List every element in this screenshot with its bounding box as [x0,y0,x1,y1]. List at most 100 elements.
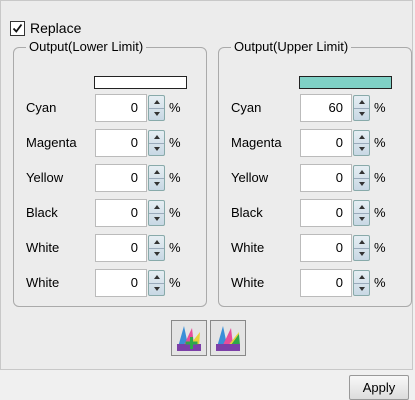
replace-label: Replace [30,20,82,36]
value-spinner[interactable] [353,95,370,121]
spin-down-button[interactable] [149,283,164,295]
channel-value-input[interactable]: 0 [95,164,147,192]
arrow-down-icon [358,147,365,151]
upper-limit-title: Output(Upper Limit) [231,39,352,54]
arrow-down-icon [358,182,365,186]
percent-unit: % [374,240,386,255]
percent-unit: % [169,135,181,150]
channel-value-input[interactable]: 0 [300,129,352,157]
channel-row: Black 0% [14,199,208,227]
spin-down-button[interactable] [149,108,164,120]
arrow-down-icon [153,182,160,186]
channel-value-input[interactable]: 0 [95,199,147,227]
value-spinner[interactable] [148,235,165,261]
channel-row: Yellow 0% [14,164,208,192]
channel-row: Magenta 0% [14,129,208,157]
channel-value-input[interactable]: 0 [300,164,352,192]
value-spinner[interactable] [148,95,165,121]
arrow-up-icon [153,275,160,279]
value-spinner[interactable] [353,235,370,261]
arrow-down-icon [153,287,160,291]
icon-toolbar [171,320,246,356]
value-spinner[interactable] [148,165,165,191]
arrow-down-icon [358,252,365,256]
channel-row: White 0% [14,269,208,297]
arrow-down-icon [358,217,365,221]
value-spinner[interactable] [148,200,165,226]
spin-down-button[interactable] [354,108,369,120]
replace-option[interactable]: Replace [10,20,81,36]
apply-button[interactable]: Apply [349,375,409,400]
spin-down-button[interactable] [149,178,164,190]
arrow-up-icon [153,100,160,104]
arrow-up-icon [358,135,365,139]
channel-row: White 0% [219,269,413,297]
arrow-up-icon [153,170,160,174]
channel-label: Yellow [231,170,269,185]
channel-label: Black [231,205,263,220]
value-spinner[interactable] [353,165,370,191]
spin-down-button[interactable] [149,143,164,155]
percent-unit: % [374,170,386,185]
channel-value-input[interactable]: 0 [95,269,147,297]
percent-unit: % [169,275,181,290]
arrow-down-icon [153,112,160,116]
channel-row: White 0% [219,234,413,262]
value-spinner[interactable] [353,130,370,156]
spin-down-button[interactable] [354,213,369,225]
arrow-down-icon [153,217,160,221]
value-spinner[interactable] [148,130,165,156]
replace-panel: Replace Output(Lower Limit) Cyan 0% Magent… [0,0,413,370]
value-spinner[interactable] [148,270,165,296]
spin-down-button[interactable] [354,248,369,260]
spin-down-button[interactable] [354,143,369,155]
checkmark-icon [12,23,23,33]
arrow-up-icon [358,100,365,104]
channel-value-input[interactable]: 60 [300,94,352,122]
replace-checkbox[interactable] [10,20,25,36]
value-spinner[interactable] [353,270,370,296]
channel-value-input[interactable]: 0 [95,129,147,157]
arrow-down-icon [358,112,365,116]
spin-down-button[interactable] [354,283,369,295]
upper-limit-swatch[interactable] [299,76,392,89]
percent-unit: % [169,240,181,255]
spin-down-button[interactable] [354,178,369,190]
color-swatch-add-button[interactable] [171,320,207,356]
channel-label: Black [26,205,58,220]
channel-row: Black 0% [219,199,413,227]
channel-value-input[interactable]: 0 [300,269,352,297]
channel-value-input[interactable]: 0 [95,94,147,122]
color-swatch-icon [216,326,240,351]
channel-label: White [231,275,265,290]
arrow-up-icon [153,240,160,244]
channel-value-input[interactable]: 0 [95,234,147,262]
arrow-down-icon [153,252,160,256]
channel-value-input[interactable]: 0 [300,234,352,262]
channel-row: Magenta 0% [219,129,413,157]
percent-unit: % [169,100,181,115]
channel-value-input[interactable]: 0 [300,199,352,227]
percent-unit: % [374,100,386,115]
arrow-up-icon [153,205,160,209]
color-swatch-button[interactable] [210,320,246,356]
channel-row: Cyan 0% [14,94,208,122]
spin-down-button[interactable] [149,213,164,225]
arrow-down-icon [358,287,365,291]
channel-label: Cyan [231,100,262,115]
percent-unit: % [169,205,181,220]
lower-limit-swatch[interactable] [94,76,187,89]
upper-limit-group: Output(Upper Limit) Cyan 60% Magenta 0% Yell… [218,39,413,307]
spin-down-button[interactable] [149,248,164,260]
percent-unit: % [374,135,386,150]
arrow-up-icon [153,135,160,139]
arrow-up-icon [358,240,365,244]
value-spinner[interactable] [353,200,370,226]
channel-label: Cyan [26,100,57,115]
channel-label: Magenta [26,135,77,150]
percent-unit: % [374,275,386,290]
channel-row: Yellow 0% [219,164,413,192]
arrow-up-icon [358,170,365,174]
lower-limit-title: Output(Lower Limit) [26,39,147,54]
channel-label: Yellow [26,170,64,185]
